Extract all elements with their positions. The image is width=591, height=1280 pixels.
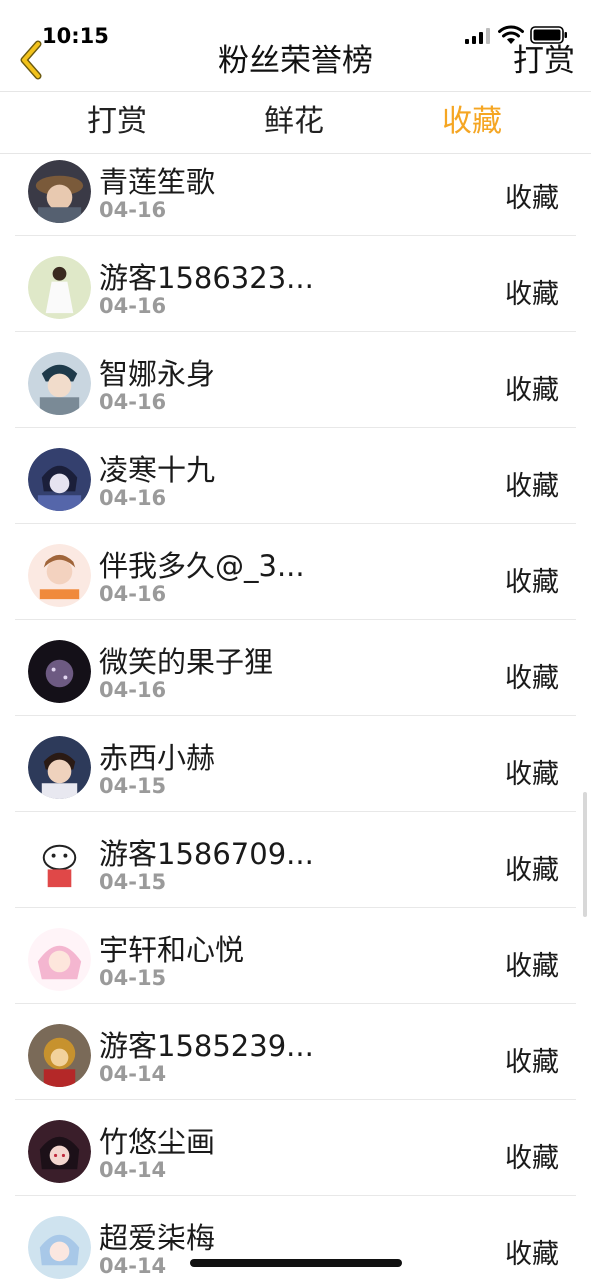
fan-date: 04-16	[99, 486, 167, 510]
fan-name: 游客1586709...	[99, 837, 314, 871]
fan-date: 04-16	[99, 294, 167, 318]
list-item[interactable]: 游客1586709... 04-15 收藏	[15, 812, 576, 908]
action-label: 收藏	[505, 759, 559, 790]
fan-date: 04-14	[99, 1062, 167, 1086]
fan-date: 04-16	[99, 582, 167, 606]
avatar-monkey-toy	[28, 1024, 91, 1087]
fan-date: 04-15	[99, 870, 167, 894]
avatar-pink-anime-girl	[28, 928, 91, 991]
avatar-anime-boy	[28, 352, 91, 415]
scroll-indicator[interactable]	[583, 792, 587, 917]
fan-name: 游客1585239...	[99, 1029, 314, 1063]
action-label: 收藏	[505, 375, 559, 406]
back-arrow-icon	[16, 40, 46, 84]
action-label: 收藏	[505, 855, 559, 886]
list-item[interactable]: 竹悠尘画 04-14 收藏	[15, 1100, 576, 1196]
back-button[interactable]	[8, 40, 54, 84]
action-label: 收藏	[505, 183, 559, 214]
list-item[interactable]: 智娜永身 04-16 收藏	[15, 332, 576, 428]
list-item[interactable]: 宇轩和心悦 04-15 收藏	[15, 908, 576, 1004]
list-item[interactable]: 游客1586323... 04-16 收藏	[15, 236, 576, 332]
list-item[interactable]: 青莲笙歌 04-16 收藏	[15, 154, 576, 236]
fan-name: 青莲笙歌	[99, 165, 216, 199]
fan-date: 04-14	[99, 1158, 167, 1182]
action-label: 收藏	[505, 951, 559, 982]
fan-date: 04-16	[99, 390, 167, 414]
action-label: 收藏	[505, 471, 559, 502]
action-label: 收藏	[505, 567, 559, 598]
avatar-anime-blue	[28, 448, 91, 511]
fan-date: 04-15	[99, 966, 167, 990]
home-indicator[interactable]	[190, 1259, 402, 1267]
fan-name: 游客1586323...	[99, 261, 314, 295]
fan-date: 04-16	[99, 198, 167, 222]
avatar-boy-photo	[28, 736, 91, 799]
fan-name: 赤西小赫	[99, 741, 216, 775]
fan-date: 04-14	[99, 1254, 167, 1278]
tab-reward[interactable]: 打赏	[47, 92, 187, 154]
action-label: 收藏	[505, 1047, 559, 1078]
tab-collect[interactable]: 收藏	[402, 92, 542, 154]
action-label: 收藏	[505, 663, 559, 694]
list-item[interactable]: 游客1585239... 04-14 收藏	[15, 1004, 576, 1100]
action-label: 收藏	[505, 1239, 559, 1270]
fan-list[interactable]: 青莲笙歌 04-16 收藏 游客1586323... 04-16 收藏 智娜永身…	[0, 154, 591, 1280]
avatar-girl-white-dress	[28, 256, 91, 319]
avatar-dark-sparkle	[28, 640, 91, 703]
avatar-cat-cartoon	[28, 832, 91, 895]
page-title: 粉丝荣誉榜	[218, 43, 373, 79]
tab-bar: 打赏 鲜花 收藏	[0, 91, 591, 154]
avatar-anime-dark	[28, 1120, 91, 1183]
list-item[interactable]: 微笑的果子狸 04-16 收藏	[15, 620, 576, 716]
list-item[interactable]: 凌寒十九 04-16 收藏	[15, 428, 576, 524]
fan-date: 04-15	[99, 774, 167, 798]
fan-date: 04-16	[99, 678, 167, 702]
action-label: 收藏	[505, 1143, 559, 1174]
action-label: 收藏	[505, 279, 559, 310]
avatar-girl-hat	[28, 160, 91, 223]
avatar-girl-cute	[28, 544, 91, 607]
fan-name: 超爱柒梅	[99, 1221, 216, 1255]
list-item[interactable]: 赤西小赫 04-15 收藏	[15, 716, 576, 812]
tab-flower[interactable]: 鲜花	[224, 92, 364, 154]
avatar-anime-pastel	[28, 1216, 91, 1279]
fan-name: 微笑的果子狸	[99, 645, 274, 679]
list-item[interactable]: 超爱柒梅 04-14 收藏	[15, 1196, 576, 1280]
reward-button[interactable]: 打赏	[513, 40, 575, 82]
fan-name: 伴我多久@_3...	[99, 549, 305, 583]
screen: 10:15 粉丝荣誉榜 打赏 打赏 鲜花 收藏 青莲笙歌 04-16 收藏 游客…	[0, 0, 591, 1280]
fan-name: 竹悠尘画	[99, 1125, 216, 1159]
fan-name: 宇轩和心悦	[99, 933, 245, 967]
nav-bar: 粉丝荣誉榜 打赏	[0, 40, 591, 92]
fan-name: 智娜永身	[99, 357, 216, 391]
fan-name: 凌寒十九	[99, 453, 216, 487]
list-item[interactable]: 伴我多久@_3... 04-16 收藏	[15, 524, 576, 620]
